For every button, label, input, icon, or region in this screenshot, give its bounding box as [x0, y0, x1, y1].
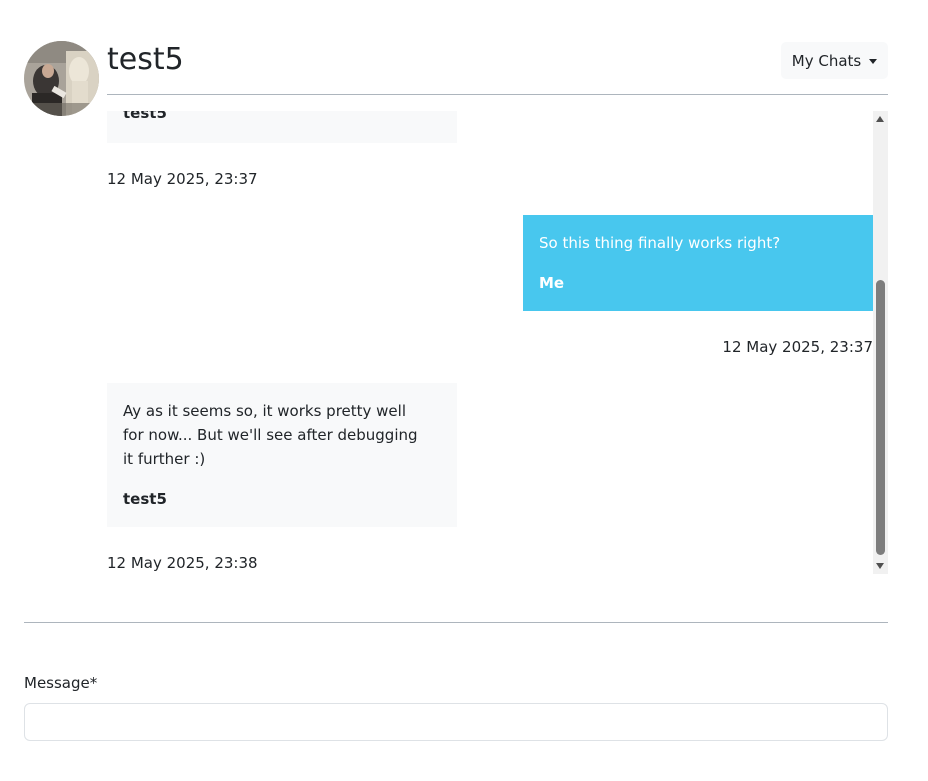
messages-scrollbar[interactable] — [873, 111, 888, 574]
avatar — [24, 41, 99, 116]
chat-page: test5 My Chats test5 12 May 2025, 23:37 … — [0, 0, 928, 781]
chat-title: test5 — [107, 42, 184, 77]
message-timestamp: 12 May 2025, 23:37 — [722, 338, 873, 356]
form-divider — [24, 622, 888, 623]
scroll-thumb[interactable] — [876, 280, 885, 555]
message-bubble-received: test5 — [107, 111, 457, 143]
message-input[interactable] — [24, 703, 888, 741]
caret-down-icon — [869, 58, 878, 64]
message-field-label: Message* — [24, 674, 98, 692]
message-sender: test5 — [123, 490, 167, 508]
my-chats-dropdown-button[interactable]: My Chats — [781, 42, 888, 79]
message-sender: test5 — [123, 111, 167, 122]
message-bubble-sent: So this thing finally works right? Me — [523, 215, 873, 311]
messages-list[interactable]: test5 12 May 2025, 23:37 So this thing f… — [107, 111, 888, 574]
my-chats-label: My Chats — [791, 51, 862, 70]
message-timestamp: 12 May 2025, 23:37 — [107, 170, 258, 188]
message-timestamp: 12 May 2025, 23:38 — [107, 554, 258, 572]
scroll-down-arrow-icon[interactable] — [876, 563, 884, 569]
avatar-photo-icon — [24, 41, 99, 116]
scroll-up-arrow-icon[interactable] — [876, 116, 884, 122]
message-bubble-received: Ay as it seems so, it works pretty well … — [107, 383, 457, 527]
header-divider — [107, 94, 888, 95]
message-sender: Me — [539, 274, 565, 292]
message-text: Ay as it seems so, it works pretty well … — [123, 402, 418, 468]
message-text: So this thing finally works right? — [539, 234, 781, 252]
